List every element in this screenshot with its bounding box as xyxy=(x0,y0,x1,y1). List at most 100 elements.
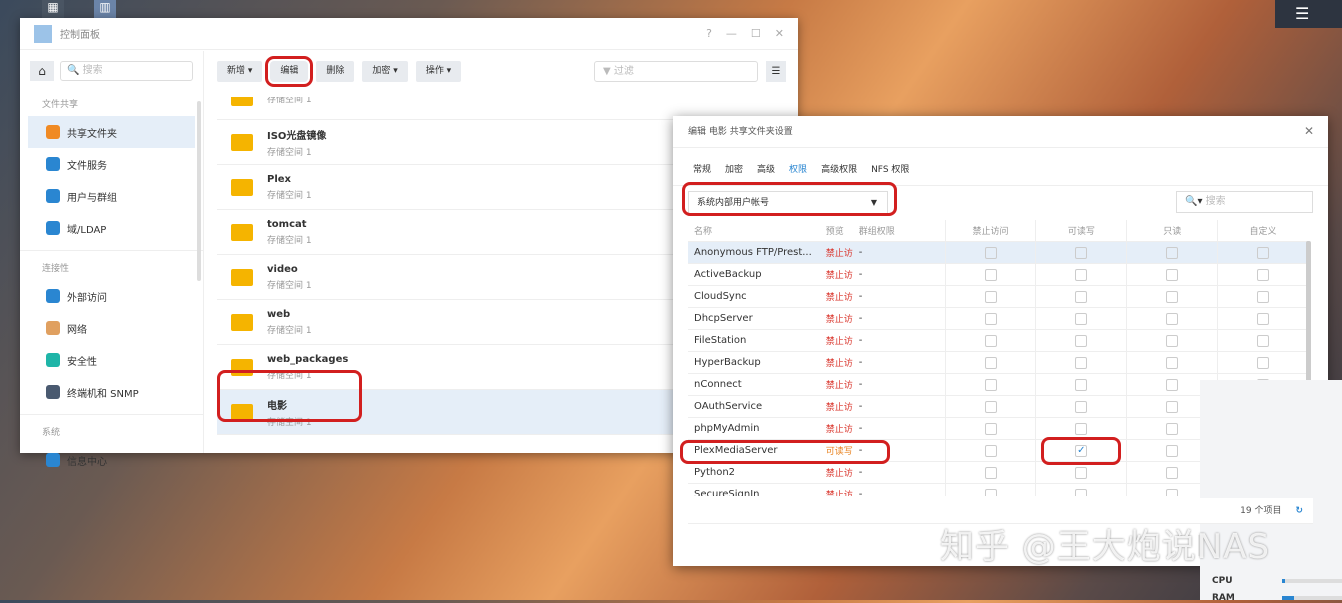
sort-icon[interactable]: ☰ xyxy=(766,61,786,82)
close-icon[interactable]: ✕ xyxy=(775,27,784,40)
deny-checkbox[interactable] xyxy=(984,312,997,325)
control-panel-taskbar-icon[interactable]: ▥ xyxy=(94,0,116,18)
folder-volume: 存储空间 1 xyxy=(267,235,312,246)
deny-checkbox[interactable] xyxy=(984,488,997,496)
deny-checkbox[interactable] xyxy=(984,444,997,457)
resource-monitor-icon[interactable]: ☰ xyxy=(1275,0,1342,28)
table-row[interactable]: CloudSync 禁止访 - xyxy=(688,286,1308,308)
sidebar-item[interactable]: 域/LDAP xyxy=(28,212,195,244)
table-scrollbar[interactable] xyxy=(1306,241,1311,396)
deny-checkbox[interactable] xyxy=(984,290,997,303)
ram-bar xyxy=(1282,596,1342,600)
column-header[interactable]: 群组权限 xyxy=(855,224,945,237)
table-row[interactable]: Anonymous FTP/Prest... 禁止访 - xyxy=(688,242,1308,264)
column-header[interactable]: 禁止访问 xyxy=(944,220,1036,241)
readonly-checkbox[interactable] xyxy=(1166,378,1179,391)
sidebar-item[interactable]: 用户与群组 xyxy=(28,180,195,212)
deny-checkbox[interactable] xyxy=(984,268,997,281)
readonly-checkbox[interactable] xyxy=(1166,246,1179,259)
folder-icon xyxy=(231,268,253,286)
create-button[interactable]: 新增 ▾ xyxy=(217,61,263,82)
folder-icon xyxy=(231,178,253,196)
readonly-checkbox[interactable] xyxy=(1166,334,1179,347)
sidebar-item[interactable]: 共享文件夹 xyxy=(28,116,195,148)
permission-search-input[interactable]: 🔍▾ 搜索 xyxy=(1176,191,1313,213)
sidebar-scrollbar[interactable] xyxy=(197,101,201,281)
custom-checkbox[interactable] xyxy=(1257,246,1270,259)
user-name: ActiveBackup xyxy=(694,269,762,280)
deny-checkbox[interactable] xyxy=(984,356,997,369)
readwrite-checkbox[interactable] xyxy=(1075,268,1088,281)
group-permission: - xyxy=(858,357,863,368)
sidebar-item-label: 终端机和 SNMP xyxy=(67,388,139,400)
custom-checkbox[interactable] xyxy=(1257,334,1270,347)
column-header[interactable]: 只读 xyxy=(1126,220,1217,241)
close-icon[interactable]: ✕ xyxy=(1304,124,1314,138)
readonly-checkbox[interactable] xyxy=(1166,290,1179,303)
readonly-checkbox[interactable] xyxy=(1166,312,1179,325)
readonly-checkbox[interactable] xyxy=(1166,356,1179,369)
readwrite-checkbox[interactable] xyxy=(1075,290,1088,303)
column-header[interactable]: 可读写 xyxy=(1035,220,1126,241)
sidebar-section-header[interactable]: 系统 xyxy=(20,414,203,444)
sidebar-item[interactable]: 文件服务 xyxy=(28,148,195,180)
preview-permission: 禁止访 xyxy=(825,425,853,435)
deny-checkbox[interactable] xyxy=(984,246,997,259)
table-row[interactable]: FileStation 禁止访 - xyxy=(688,330,1308,352)
readonly-checkbox[interactable] xyxy=(1166,444,1179,457)
readwrite-checkbox[interactable] xyxy=(1075,400,1088,413)
minimize-icon[interactable]: — xyxy=(726,27,737,40)
readonly-checkbox[interactable] xyxy=(1166,268,1179,281)
readwrite-checkbox[interactable] xyxy=(1075,334,1088,347)
deny-checkbox[interactable] xyxy=(984,378,997,391)
sidebar-item-icon xyxy=(46,157,60,171)
home-icon[interactable]: ⌂ xyxy=(30,61,54,81)
filter-input[interactable]: ▼ 过滤 xyxy=(594,61,758,82)
sidebar-item[interactable]: 网络 xyxy=(28,312,195,344)
sidebar-item[interactable]: 外部访问 xyxy=(28,280,195,312)
readwrite-checkbox[interactable] xyxy=(1075,466,1088,479)
edit-button[interactable]: 编辑 xyxy=(265,56,314,87)
readwrite-checkbox[interactable] xyxy=(1075,246,1088,259)
system-resource-widget: CPU RAM xyxy=(1200,380,1342,603)
custom-checkbox[interactable] xyxy=(1257,356,1270,369)
sidebar-item-icon xyxy=(46,321,60,335)
column-header[interactable]: 自定义 xyxy=(1217,220,1308,241)
folder-volume: 存储空间 1 xyxy=(267,97,312,105)
custom-checkbox[interactable] xyxy=(1257,268,1270,281)
deny-checkbox[interactable] xyxy=(984,422,997,435)
main-menu-icon[interactable]: ▦ xyxy=(42,0,64,18)
sidebar-item[interactable]: 终端机和 SNMP xyxy=(28,376,195,408)
deny-checkbox[interactable] xyxy=(984,400,997,413)
custom-checkbox[interactable] xyxy=(1257,312,1270,325)
table-row[interactable]: DhcpServer 禁止访 - xyxy=(688,308,1308,330)
deny-checkbox[interactable] xyxy=(984,466,997,479)
preview-permission: 禁止访 xyxy=(825,293,853,303)
readwrite-checkbox[interactable] xyxy=(1075,378,1088,391)
maximize-icon[interactable]: ☐ xyxy=(751,27,761,40)
readonly-checkbox[interactable] xyxy=(1166,422,1179,435)
delete-button[interactable]: 删除 xyxy=(316,61,355,82)
encrypt-button[interactable]: 加密 ▾ xyxy=(362,61,408,82)
table-row[interactable]: ActiveBackup 禁止访 - xyxy=(688,264,1308,286)
sidebar-section-header[interactable]: 文件共享 xyxy=(20,91,203,116)
help-icon[interactable]: ? xyxy=(706,27,712,40)
sidebar-search-input[interactable]: 🔍 搜索 xyxy=(60,61,193,81)
custom-checkbox[interactable] xyxy=(1257,290,1270,303)
column-header[interactable]: 名称 xyxy=(688,224,822,237)
readwrite-checkbox[interactable] xyxy=(1075,356,1088,369)
readonly-checkbox[interactable] xyxy=(1166,488,1179,496)
deny-checkbox[interactable] xyxy=(984,334,997,347)
readwrite-checkbox[interactable] xyxy=(1075,488,1088,496)
table-row[interactable]: HyperBackup 禁止访 - xyxy=(688,352,1308,374)
readwrite-checkbox[interactable] xyxy=(1075,312,1088,325)
sidebar-section-header[interactable]: 连接性 xyxy=(20,250,203,280)
readwrite-checkbox[interactable] xyxy=(1075,422,1088,435)
readonly-checkbox[interactable] xyxy=(1166,400,1179,413)
sidebar-item[interactable]: 安全性 xyxy=(28,344,195,376)
column-header[interactable]: 预览 xyxy=(822,224,855,237)
readonly-checkbox[interactable] xyxy=(1166,466,1179,479)
refresh-icon[interactable]: ↻ xyxy=(1295,506,1303,516)
sidebar-item[interactable]: 信息中心 xyxy=(28,444,195,476)
action-button[interactable]: 操作 ▾ xyxy=(415,61,462,82)
